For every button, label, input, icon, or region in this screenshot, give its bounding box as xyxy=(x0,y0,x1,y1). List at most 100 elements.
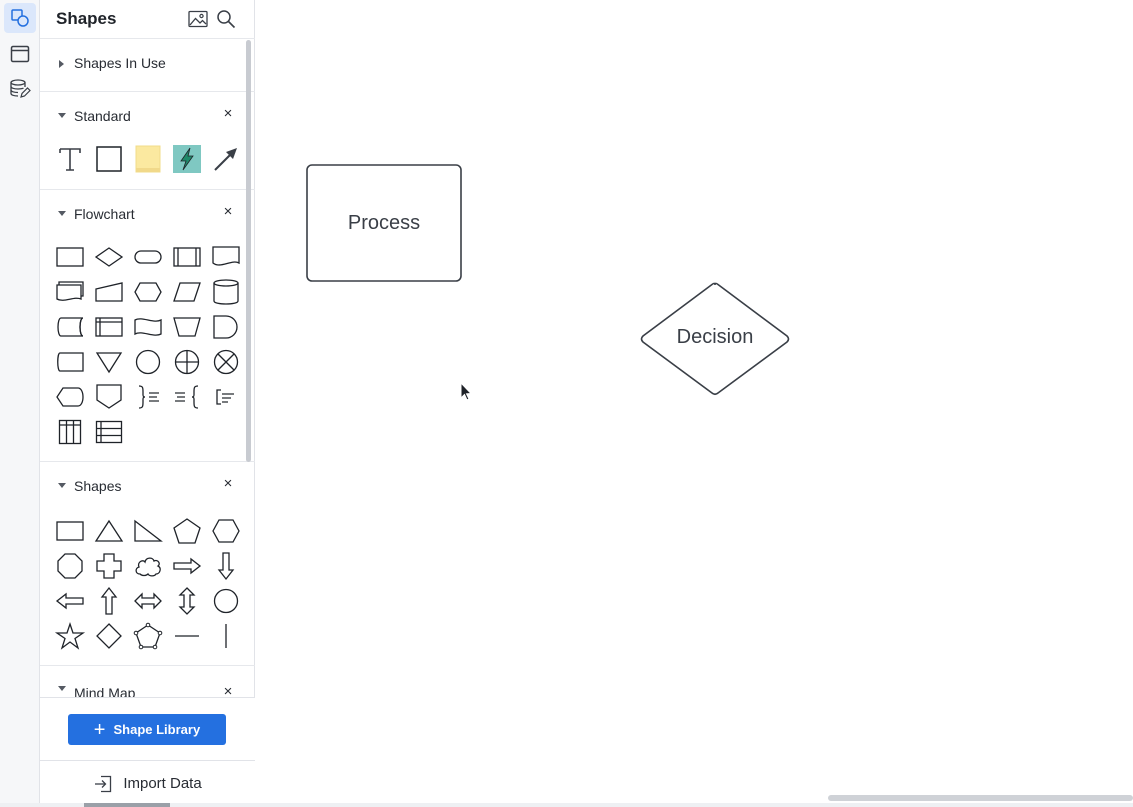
basic-arrow-down-shape[interactable] xyxy=(208,549,244,583)
close-section-button[interactable]: × xyxy=(220,105,236,122)
subprocess-icon xyxy=(173,247,201,267)
close-section-button[interactable]: × xyxy=(220,203,236,220)
shape-rectangle[interactable] xyxy=(91,142,127,176)
basic-arrow-right-shape[interactable] xyxy=(169,549,205,583)
import-data-button[interactable]: Import Data xyxy=(40,761,255,806)
terminator-icon xyxy=(134,250,162,264)
basic-polygon-shape[interactable] xyxy=(130,619,166,653)
flowchart-summing-junction-shape[interactable] xyxy=(208,345,244,379)
flowchart-document-shape[interactable] xyxy=(208,240,244,274)
left-rail xyxy=(0,0,40,807)
rectangle-icon xyxy=(96,146,122,172)
rail-data-button[interactable] xyxy=(4,74,36,104)
search-shapes-button[interactable] xyxy=(215,8,237,30)
basic-cloud-shape[interactable] xyxy=(130,549,166,583)
caret-right-icon xyxy=(59,60,64,68)
basic-arrow-up-shape[interactable] xyxy=(91,584,127,618)
basic-cross-shape[interactable] xyxy=(91,549,127,583)
action-icon xyxy=(173,145,201,173)
flowchart-process-shape[interactable] xyxy=(52,240,88,274)
basic-right-triangle-shape[interactable] xyxy=(130,514,166,548)
section-shapes-in-use: Shapes In Use xyxy=(40,38,255,91)
flowchart-manual-input-shape[interactable] xyxy=(91,275,127,309)
basic-star-shape[interactable] xyxy=(52,619,88,653)
basic-hexagon-shape[interactable] xyxy=(208,514,244,548)
internal-storage-icon xyxy=(95,317,123,337)
flowchart-or-shape[interactable] xyxy=(169,345,205,379)
flowchart-connector-shape[interactable] xyxy=(130,345,166,379)
flowchart-manual-operation-shape[interactable] xyxy=(169,310,205,344)
pentagon-icon xyxy=(173,518,201,544)
diagram-canvas[interactable]: Process Decision xyxy=(255,0,1133,807)
basic-triangle-shape[interactable] xyxy=(91,514,127,548)
panel-scrollbar[interactable] xyxy=(246,40,251,462)
close-section-button[interactable]: × xyxy=(220,683,236,699)
rail-shapes-button[interactable] xyxy=(4,3,36,33)
flowchart-internal-storage-shape[interactable] xyxy=(91,310,127,344)
flowchart-decision-shape[interactable] xyxy=(91,240,127,274)
flowchart-preparation-shape[interactable] xyxy=(130,275,166,309)
arrow-right-icon xyxy=(173,557,202,575)
flowchart-brace-right-shape[interactable] xyxy=(130,380,166,414)
basic-arrow-horizontal-shape[interactable] xyxy=(130,584,166,618)
basic-diamond-shape[interactable] xyxy=(91,619,127,653)
flowchart-data-shape[interactable] xyxy=(169,275,205,309)
flowchart-display-shape[interactable] xyxy=(52,380,88,414)
basic-pentagon-shape[interactable] xyxy=(169,514,205,548)
shape-text[interactable] xyxy=(52,142,88,176)
flowchart-horizontal-swimlane-shape[interactable] xyxy=(91,415,127,449)
brace-note-left-icon xyxy=(175,385,199,409)
flowchart-database-shape[interactable] xyxy=(208,275,244,309)
flowchart-paper-tape-shape[interactable] xyxy=(130,310,166,344)
flowchart-off-page-shape[interactable] xyxy=(91,380,127,414)
search-icon xyxy=(217,10,236,29)
process-shape[interactable]: Process xyxy=(306,164,462,282)
flowchart-stored-data-shape[interactable] xyxy=(52,310,88,344)
shape-library-button[interactable]: + Shape Library xyxy=(68,714,226,745)
flowchart-vertical-swimlane-shape[interactable] xyxy=(52,415,88,449)
decision-label: Decision xyxy=(677,326,754,348)
decision-shape[interactable]: Decision xyxy=(640,282,790,396)
frame-icon xyxy=(10,45,30,63)
section-shapes-in-use-header[interactable]: Shapes In Use xyxy=(40,39,255,87)
basic-arrow-left-shape[interactable] xyxy=(52,584,88,618)
display-icon xyxy=(56,387,84,407)
section-label: Shapes xyxy=(74,478,122,494)
shape-sticky-note[interactable] xyxy=(130,142,166,176)
close-section-button[interactable]: × xyxy=(220,475,236,492)
flowchart-merge-shape[interactable] xyxy=(91,345,127,379)
double-arrow-horizontal-icon xyxy=(134,592,162,610)
insert-image-button[interactable] xyxy=(187,8,209,30)
canvas-horizontal-scrollbar[interactable] xyxy=(828,795,1133,801)
basic-octagon-shape[interactable] xyxy=(52,549,88,583)
flowchart-terminator-shape[interactable] xyxy=(130,240,166,274)
basic-arrow-vertical-shape[interactable] xyxy=(169,584,205,618)
section-flowchart: Flowchart × xyxy=(40,189,255,461)
vertical-line-icon xyxy=(225,624,227,648)
shape-action[interactable] xyxy=(169,142,205,176)
triangle-down-icon xyxy=(95,352,123,374)
flowchart-delay-shape[interactable] xyxy=(208,310,244,344)
flowchart-subprocess-shape[interactable] xyxy=(169,240,205,274)
process-icon xyxy=(56,247,84,267)
shape-arrow[interactable] xyxy=(208,142,244,176)
decision-icon xyxy=(94,247,124,267)
flowchart-brace-left-shape[interactable] xyxy=(169,380,205,414)
basic-rectangle-shape[interactable] xyxy=(52,514,88,548)
data-icon xyxy=(173,282,201,302)
flowchart-annotation-shape[interactable] xyxy=(208,380,244,414)
flowchart-card-shape[interactable] xyxy=(52,345,88,379)
bottom-page-tab[interactable] xyxy=(84,803,170,807)
double-arrow-vertical-icon xyxy=(178,587,196,615)
process-label: Process xyxy=(348,212,420,234)
basic-vertical-line-shape[interactable] xyxy=(208,619,244,653)
flowchart-multi-document-shape[interactable] xyxy=(52,275,88,309)
shapes-list[interactable]: Shapes In Use Standard × Flowchart × Sha… xyxy=(40,38,255,698)
basic-circle-shape[interactable] xyxy=(208,584,244,618)
basic-horizontal-line-shape[interactable] xyxy=(169,619,205,653)
caret-down-icon xyxy=(58,686,66,691)
star-icon xyxy=(54,621,86,650)
panel-footer: + Shape Library Import Data xyxy=(40,697,255,807)
rail-frame-button[interactable] xyxy=(4,39,36,69)
mouse-pointer-icon xyxy=(460,381,473,401)
